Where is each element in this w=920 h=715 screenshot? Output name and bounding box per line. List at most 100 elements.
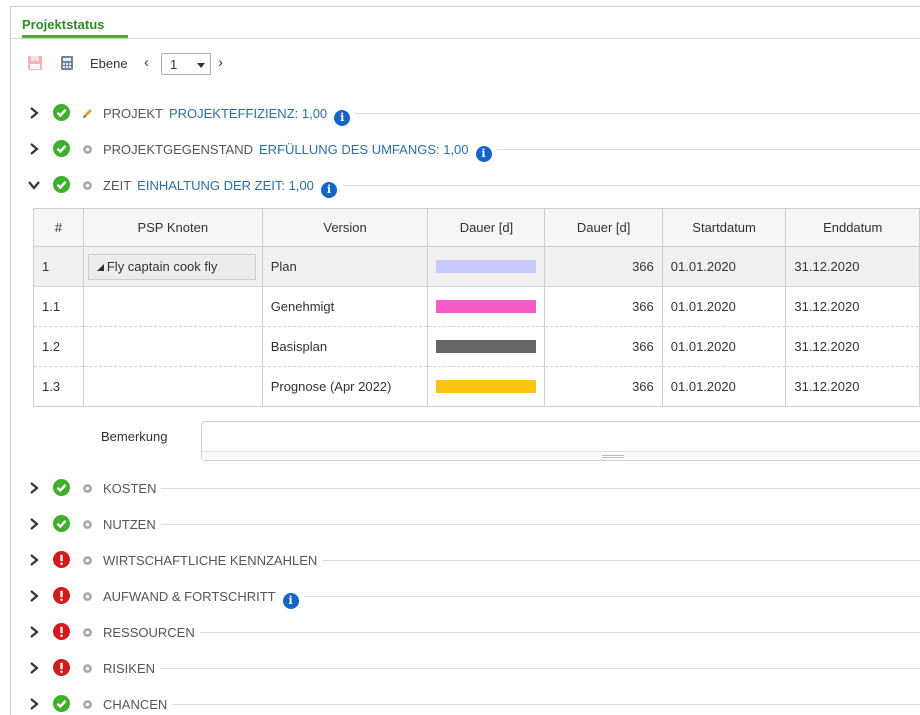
- section-title[interactable]: PROJEKTGEGENSTAND ERFÜLLUNG DES UMFANGS: …: [103, 142, 492, 162]
- cell-number[interactable]: 1.2: [33, 326, 84, 367]
- section-metric: EINHALTUNG DER ZEIT: 1,00: [137, 178, 314, 193]
- cell-number[interactable]: 1.3: [33, 366, 84, 407]
- chevron-right-icon[interactable]: [27, 661, 41, 675]
- section-title[interactable]: AUFWAND & FORTSCHRITT i: [103, 589, 299, 609]
- chevron-right-icon[interactable]: [27, 553, 41, 567]
- check-circle-icon: [53, 104, 70, 121]
- cell-duration-bar[interactable]: [427, 326, 546, 367]
- cell-psp[interactable]: [83, 326, 263, 367]
- section-kosten[interactable]: KOSTEN: [27, 476, 920, 500]
- chevron-right-icon[interactable]: [27, 697, 41, 711]
- cell-psp[interactable]: Fly captain cook fly: [83, 246, 263, 287]
- section-label: PROJEKTGEGENSTAND: [103, 142, 254, 157]
- cell-end-date[interactable]: 31.12.2020: [785, 366, 920, 407]
- section-risiken[interactable]: RISIKEN: [27, 656, 920, 680]
- section-zeit[interactable]: ZEIT EINHALTUNG DER ZEIT: 1,00 i: [27, 173, 920, 198]
- section-divider: [304, 596, 920, 597]
- cell-end-date[interactable]: 31.12.2020: [785, 326, 920, 367]
- section-divider: [160, 668, 920, 669]
- duration-bar: [436, 340, 537, 353]
- tab-projektstatus[interactable]: Projektstatus: [22, 17, 104, 32]
- cell-duration-bar[interactable]: [427, 286, 546, 327]
- info-icon[interactable]: i: [334, 110, 351, 126]
- section-wirtschaft[interactable]: WIRTSCHAFTLICHE KENNZAHLEN: [27, 548, 920, 572]
- col-header-version[interactable]: Version: [261, 208, 429, 247]
- cell-version[interactable]: Plan: [262, 246, 429, 287]
- gear-icon: [82, 662, 93, 673]
- section-chancen[interactable]: CHANCEN: [27, 692, 920, 715]
- section-title[interactable]: WIRTSCHAFTLICHE KENNZAHLEN: [103, 553, 317, 568]
- gear-icon: [82, 554, 93, 565]
- table-row[interactable]: 1 Fly captain cook fly Plan 366 01.01.2020 31…: [33, 246, 920, 287]
- section-nutzen[interactable]: NUTZEN: [27, 512, 920, 536]
- section-title[interactable]: CHANCEN: [103, 697, 167, 712]
- chevron-right-icon[interactable]: [27, 517, 41, 531]
- table-row[interactable]: 1.3 Prognose (Apr 2022) 366 01.01.2020 31.12…: [33, 366, 920, 407]
- remark-field[interactable]: [201, 421, 920, 461]
- table-row[interactable]: 1.2 Basisplan 366 01.01.2020 31.12.2020: [33, 326, 920, 367]
- level-select[interactable]: 1: [161, 53, 211, 75]
- table-row[interactable]: 1.1 Genehmigt 366 01.01.2020 31.12.2020: [33, 286, 920, 327]
- cell-duration-bar[interactable]: [427, 246, 546, 287]
- save-icon[interactable]: [27, 55, 43, 71]
- section-projekt[interactable]: PROJEKT PROJEKTEFFIZIENZ: 1,00 i: [27, 101, 920, 126]
- section-title[interactable]: RISIKEN: [103, 661, 155, 676]
- chevron-right-icon[interactable]: [27, 481, 41, 495]
- section-ressourcen[interactable]: RESSOURCEN: [27, 620, 920, 644]
- cell-start-date[interactable]: 01.01.2020: [662, 326, 787, 367]
- col-header-end[interactable]: Enddatum: [785, 208, 920, 247]
- cell-end-date[interactable]: 31.12.2020: [785, 286, 920, 327]
- cell-number[interactable]: 1: [33, 246, 84, 287]
- cell-psp[interactable]: [83, 366, 263, 407]
- section-label: CHANCEN: [103, 697, 168, 712]
- info-icon[interactable]: i: [320, 182, 337, 198]
- cell-version[interactable]: Prognose (Apr 2022): [262, 366, 429, 407]
- chevron-right-icon[interactable]: [27, 106, 41, 120]
- col-header-start[interactable]: Startdatum: [661, 208, 787, 247]
- section-title[interactable]: KOSTEN: [103, 481, 156, 496]
- level-select-value: 1: [170, 57, 178, 72]
- section-aufwand[interactable]: AUFWAND & FORTSCHRITT i: [27, 584, 920, 609]
- chevron-right-icon[interactable]: [27, 625, 41, 639]
- col-header-duration-bar[interactable]: Dauer [d]: [427, 208, 546, 247]
- cell-duration-bar[interactable]: [427, 366, 546, 407]
- cell-duration[interactable]: 366: [544, 366, 663, 407]
- cell-psp[interactable]: [83, 286, 263, 327]
- cell-version[interactable]: Basisplan: [262, 326, 429, 367]
- chevron-right-icon[interactable]: [27, 142, 41, 156]
- info-icon[interactable]: i: [475, 146, 492, 162]
- cell-start-date[interactable]: 01.01.2020: [662, 246, 787, 287]
- cell-duration[interactable]: 366: [544, 286, 663, 327]
- level-next-button[interactable]: ›: [218, 54, 223, 71]
- error-circle-icon: [53, 587, 70, 604]
- cell-start-date[interactable]: 01.01.2020: [662, 366, 787, 407]
- resize-handle[interactable]: [202, 451, 920, 460]
- section-title[interactable]: RESSOURCEN: [103, 625, 195, 640]
- section-divider: [161, 488, 920, 489]
- chevron-right-icon[interactable]: [27, 589, 41, 603]
- gear-icon: [82, 482, 93, 493]
- tab-active-indicator: [22, 35, 128, 38]
- time-table: # PSP Knoten Version Dauer [d] Dauer [d]…: [33, 208, 920, 407]
- col-header-psp[interactable]: PSP Knoten: [82, 208, 263, 247]
- cell-start-date[interactable]: 01.01.2020: [662, 286, 787, 327]
- level-prev-button[interactable]: ‹: [144, 54, 149, 71]
- cell-number[interactable]: 1.1: [33, 286, 84, 327]
- cell-duration[interactable]: 366: [544, 326, 663, 367]
- duration-bar: [436, 260, 537, 273]
- col-header-number[interactable]: #: [33, 208, 84, 247]
- col-header-duration[interactable]: Dauer [d]: [544, 208, 663, 247]
- section-title[interactable]: NUTZEN: [103, 517, 156, 532]
- check-circle-icon: [53, 140, 70, 157]
- calculator-icon[interactable]: [59, 55, 75, 71]
- info-icon[interactable]: i: [282, 593, 299, 609]
- psp-node-label[interactable]: Fly captain cook fly: [87, 254, 256, 280]
- cell-duration[interactable]: 366: [544, 246, 663, 287]
- cell-version[interactable]: Genehmigt: [262, 286, 429, 327]
- section-gegenstand[interactable]: PROJEKTGEGENSTAND ERFÜLLUNG DES UMFANGS: …: [27, 137, 920, 162]
- tree-expanded-icon[interactable]: [96, 264, 104, 271]
- section-title[interactable]: ZEIT EINHALTUNG DER ZEIT: 1,00 i: [103, 178, 337, 198]
- section-title[interactable]: PROJEKT PROJEKTEFFIZIENZ: 1,00 i: [103, 106, 351, 126]
- cell-end-date[interactable]: 31.12.2020: [785, 246, 920, 287]
- chevron-down-icon[interactable]: [27, 178, 41, 192]
